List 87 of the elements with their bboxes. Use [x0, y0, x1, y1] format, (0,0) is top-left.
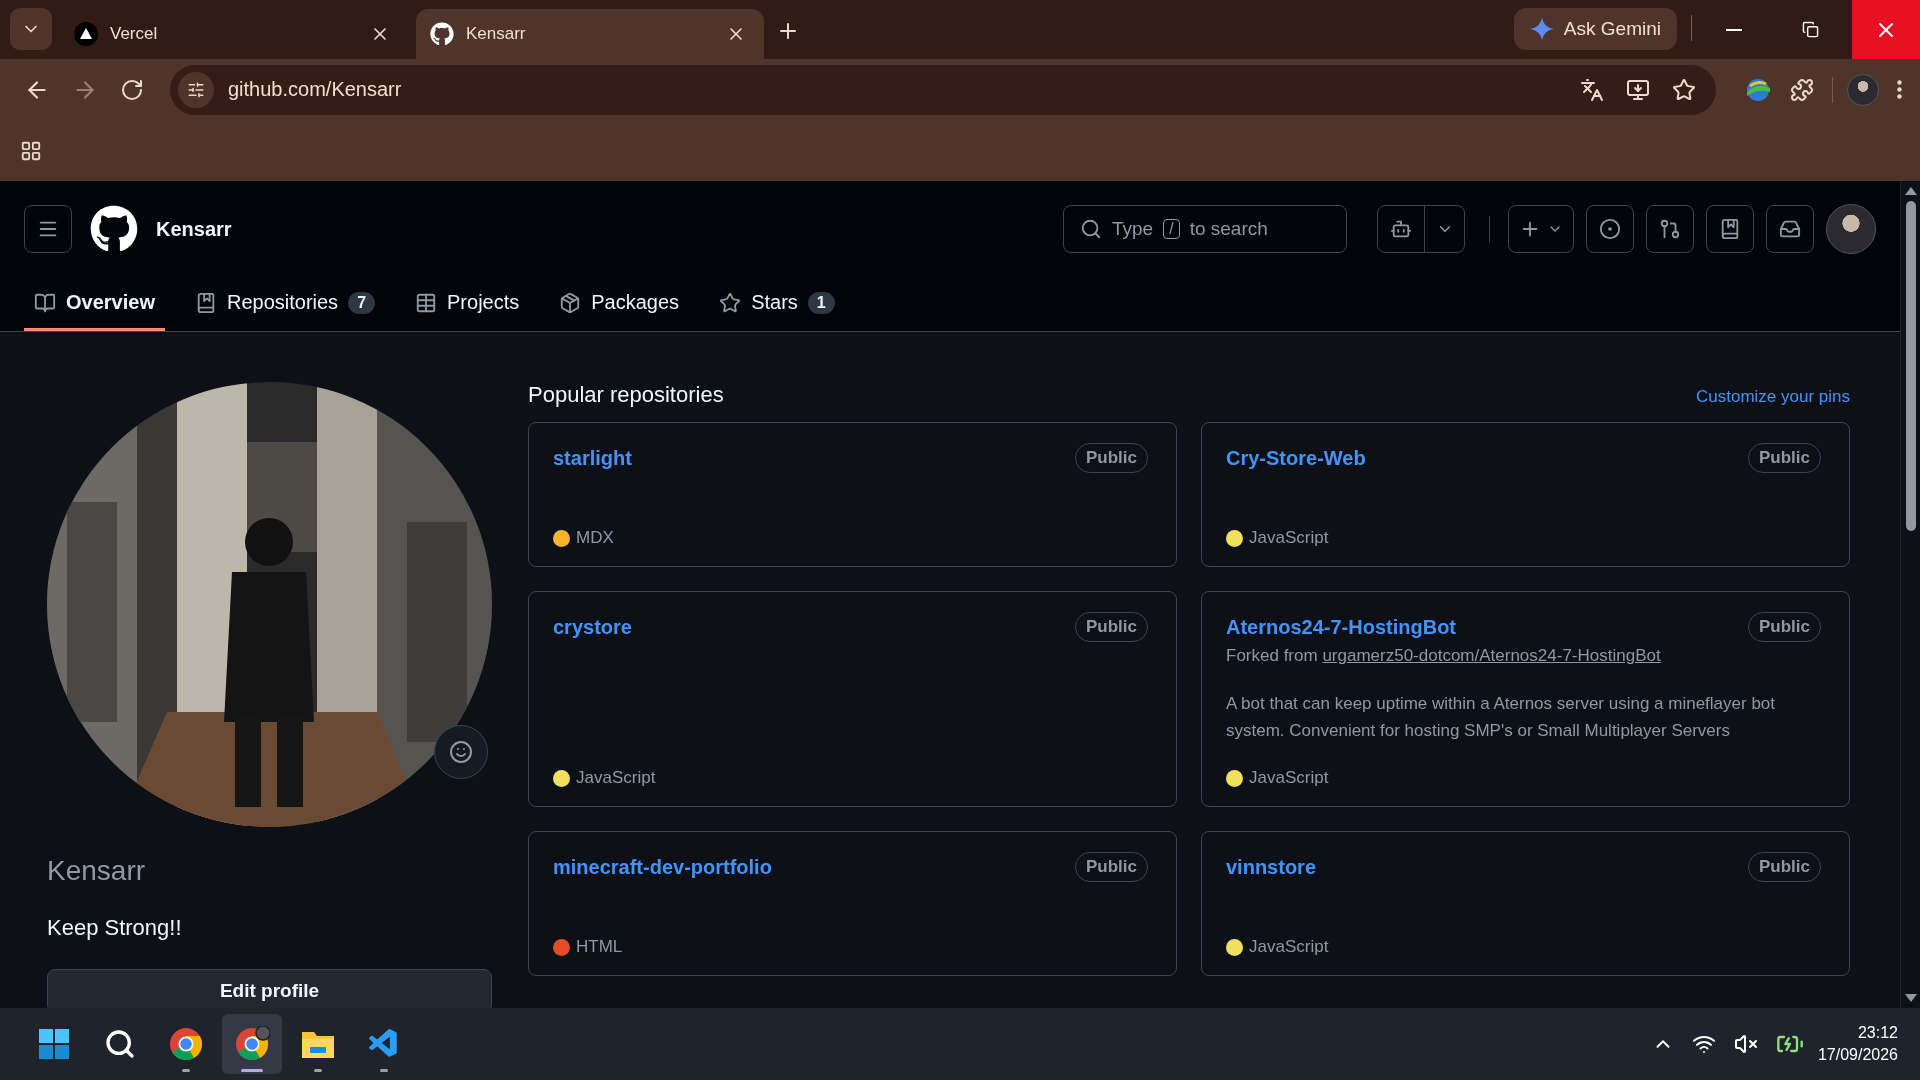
chrome-icon	[168, 1026, 204, 1062]
pull-requests-button[interactable]	[1646, 205, 1694, 253]
search-icon	[104, 1028, 136, 1060]
scroll-up-icon	[1904, 187, 1917, 195]
repo-name-link[interactable]: Cry-Store-Web	[1226, 446, 1366, 470]
tab-title: Kensarr	[466, 24, 527, 44]
scroll-thumb[interactable]	[1905, 201, 1916, 531]
profile-avatar[interactable]	[1847, 73, 1879, 106]
repositories-button[interactable]	[1706, 205, 1754, 253]
bot-icon	[1390, 218, 1412, 240]
sparkle-icon	[1529, 17, 1554, 41]
count-badge: 1	[807, 291, 835, 314]
star-icon	[1672, 77, 1696, 102]
running-indicator	[380, 1069, 388, 1072]
nav-tab[interactable]: Packages	[549, 277, 690, 331]
chrome-icon	[234, 1026, 270, 1062]
reload-icon	[120, 77, 144, 102]
site-info-button[interactable]	[178, 71, 214, 108]
nav-tab[interactable]: Overview	[24, 277, 165, 331]
smiley-icon	[449, 740, 473, 764]
running-indicator	[241, 1069, 263, 1072]
nav-tab[interactable]: Repositories 7	[184, 277, 386, 331]
profile-bio: Keep Strong!!	[47, 915, 183, 941]
search-placeholder: to search	[1189, 218, 1268, 240]
language-name: HTML	[576, 937, 623, 957]
nav-tab[interactable]: Projects	[405, 277, 530, 331]
repo-name-link[interactable]: minecraft-dev-portfolio	[553, 855, 772, 879]
language-name: JavaScript	[1249, 937, 1329, 957]
language-name: JavaScript	[1249, 768, 1329, 788]
monitor-download-icon	[1626, 77, 1650, 102]
customize-pins-link[interactable]: Customize your pins	[1696, 387, 1850, 407]
sliders-icon	[187, 80, 205, 99]
section-title: Popular repositories	[528, 382, 724, 408]
inbox-icon	[1779, 218, 1801, 240]
repo-icon	[1719, 218, 1741, 240]
time: 23:12	[1857, 1024, 1898, 1042]
set-status-button[interactable]	[434, 725, 488, 779]
repo-description: A bot that can keep uptime within a Aternos server using a mineflayer bot system. Convenient for hosting SMP's or Small Multiplayer Servers	[1226, 693, 1777, 742]
language-name: JavaScript	[1249, 528, 1329, 548]
count-badge: 7	[348, 291, 376, 314]
pull-request-icon	[1659, 218, 1681, 240]
search-icon	[1080, 218, 1102, 240]
clock[interactable]: 23:12 17/09/2026	[1817, 1024, 1898, 1064]
package-icon	[559, 291, 582, 314]
browser-tab[interactable]: Vercel	[60, 9, 408, 59]
repo-name-link[interactable]: Aternos24-7-HostingBot	[1226, 615, 1456, 639]
taskbar-app[interactable]	[222, 1014, 282, 1074]
windows-icon	[38, 1028, 70, 1060]
running-indicator	[182, 1069, 190, 1072]
puzzle-icon	[1790, 77, 1814, 102]
menu-icon	[1897, 80, 1902, 99]
fork-note: Forked from urgamerz50-dotcom/Aternos24-7-HostingBot	[1226, 646, 1662, 666]
github-logo-icon[interactable]	[90, 205, 138, 253]
scroll-down-icon	[1904, 994, 1917, 1002]
issues-button[interactable]	[1586, 205, 1634, 253]
menu-button[interactable]	[24, 205, 72, 253]
repo-name-link[interactable]: crystore	[553, 615, 632, 639]
date: 17/09/2026	[1817, 1046, 1898, 1064]
ask-gemini-button[interactable]: Ask Gemini	[1513, 8, 1677, 50]
scrollbar[interactable]	[1900, 181, 1920, 1008]
book-icon	[34, 291, 56, 314]
github-icon	[430, 22, 454, 46]
fork-source-link[interactable]: urgamerz50-dotcom/Aternos24-7-HostingBot	[1322, 646, 1661, 665]
repo-name-link[interactable]: starlight	[553, 446, 632, 470]
username-link[interactable]: Kensarr	[156, 217, 232, 241]
language-name: MDX	[576, 528, 614, 548]
search-field[interactable]: Type / to search	[1063, 205, 1347, 253]
star-icon	[719, 291, 742, 314]
edit-profile-button[interactable]: Edit profile	[47, 969, 492, 1008]
tab-title: Vercel	[110, 24, 159, 44]
slash-key: /	[1163, 219, 1180, 239]
translate-icon	[1580, 77, 1604, 102]
nav-tab[interactable]: Stars 1	[709, 277, 845, 331]
language-name: JavaScript	[576, 768, 656, 788]
minimize-icon	[1726, 28, 1742, 31]
issue-icon	[1599, 218, 1621, 240]
grid-icon	[20, 139, 42, 162]
user-avatar[interactable]	[1826, 204, 1876, 254]
volume-muted-icon[interactable]	[1733, 1032, 1758, 1056]
restore-icon	[1801, 21, 1819, 38]
table-icon	[415, 291, 438, 314]
inbox-button[interactable]	[1766, 205, 1814, 253]
repo-name-link[interactable]: vinnstore	[1226, 855, 1317, 879]
browser-tab[interactable]: Kensarr	[416, 9, 764, 59]
profile-name: Kensarr	[47, 855, 147, 887]
search-placeholder: Type	[1112, 218, 1154, 240]
running-indicator	[314, 1069, 322, 1072]
